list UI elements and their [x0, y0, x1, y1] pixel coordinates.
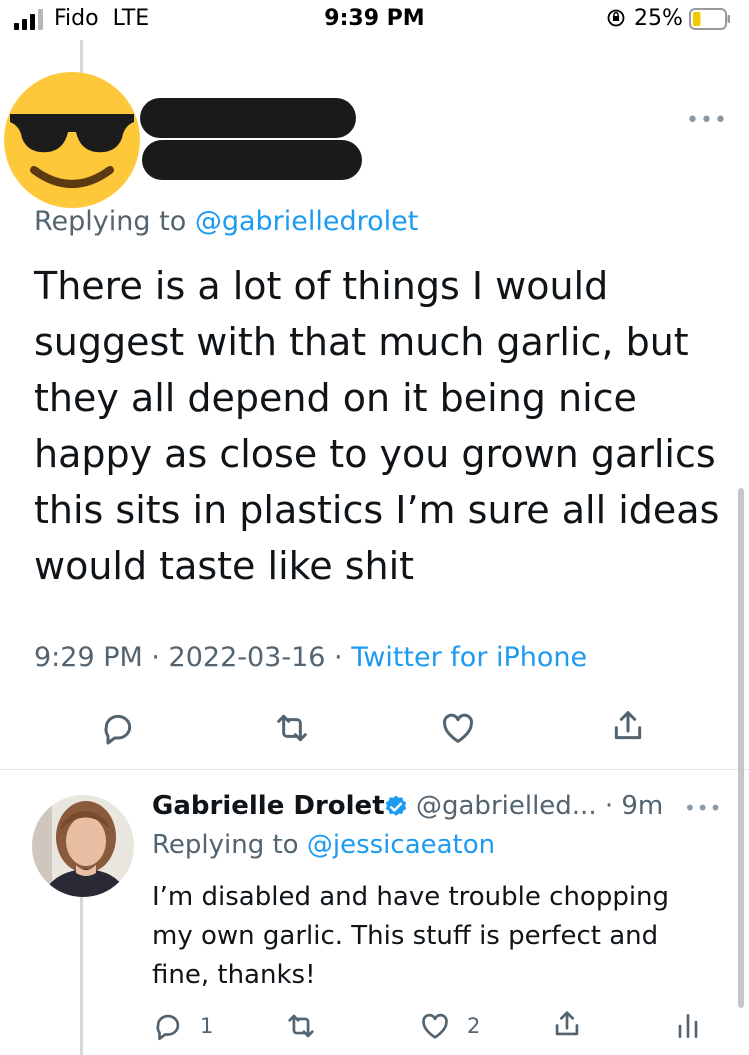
- scrollbar[interactable]: [738, 488, 744, 1008]
- replying-to: Replying to @gabrielledrolet: [34, 206, 419, 237]
- tweet-date: 2022-03-16: [168, 642, 326, 673]
- reply-handle-row: @gabrielled... · 9m: [416, 791, 663, 821]
- reply-replying-handle-link[interactable]: @jessicaeaton: [307, 830, 495, 860]
- thread-line-bottom: [80, 897, 83, 1055]
- reply-header: Gabrielle Drolet: [152, 791, 385, 821]
- redacted-name: [140, 98, 356, 138]
- avatar[interactable]: [4, 72, 140, 208]
- reply-retweet-icon[interactable]: [284, 1009, 318, 1043]
- verified-badge-icon: [385, 795, 407, 816]
- battery-icon: [689, 8, 730, 30]
- reply-author-handle[interactable]: @gabrielled...: [416, 791, 597, 821]
- reply-replying-to: Replying to @jessicaeaton: [152, 830, 496, 860]
- reply-text: I’m disabled and have trouble chopping m…: [152, 882, 670, 990]
- divider: [0, 769, 749, 770]
- reply-reply-icon[interactable]: [151, 1009, 185, 1043]
- tweet-meta: 9:29 PM · 2022-03-16 · Twitter for iPhon…: [34, 642, 588, 673]
- share-icon[interactable]: [608, 706, 648, 746]
- retweet-icon[interactable]: [272, 708, 312, 748]
- like-count: 2: [467, 1014, 481, 1038]
- status-bar: Fido LTE 9:39 PM 25%: [0, 0, 749, 40]
- tweet-source-link[interactable]: Twitter for iPhone: [351, 642, 587, 673]
- replying-handle-link[interactable]: @gabrielledrolet: [195, 206, 419, 237]
- reply-icon[interactable]: [98, 708, 138, 748]
- battery-percent: 25%: [634, 6, 683, 31]
- reply-avatar[interactable]: [32, 795, 134, 897]
- like-icon[interactable]: [438, 708, 478, 748]
- tweet-text: There is a lot of things I would suggest…: [34, 264, 720, 588]
- reply-like-icon[interactable]: [418, 1009, 452, 1043]
- thread-line-top: [80, 40, 83, 74]
- reply-author-name[interactable]: Gabrielle Drolet: [152, 791, 385, 821]
- analytics-icon[interactable]: [672, 1009, 704, 1043]
- more-options-icon[interactable]: •••: [686, 108, 728, 133]
- redacted-handle: [142, 140, 362, 180]
- reply-count: 1: [200, 1014, 214, 1038]
- orientation-lock-icon: [607, 9, 625, 27]
- tweet-time: 9:29 PM: [34, 642, 143, 673]
- reply-age: · 9m: [604, 791, 664, 821]
- reply-share-icon[interactable]: [550, 1007, 584, 1041]
- reply-more-options-icon[interactable]: •••: [684, 796, 722, 820]
